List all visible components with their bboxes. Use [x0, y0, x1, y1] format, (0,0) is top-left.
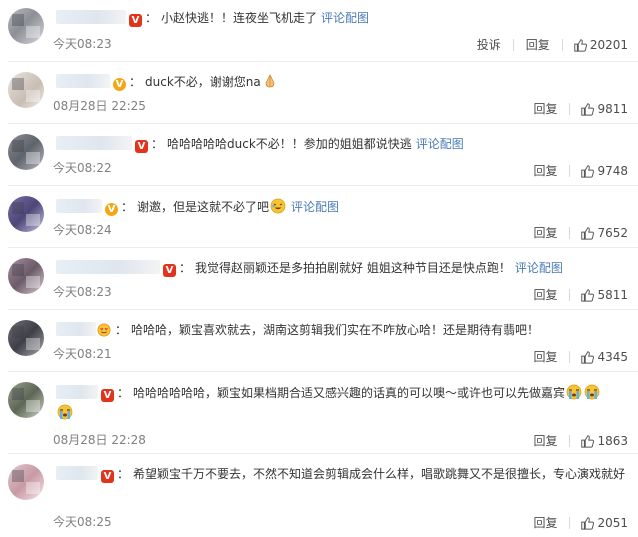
like-count: 9748 — [597, 163, 628, 178]
reply-button[interactable]: 回复 — [526, 36, 550, 53]
avatar[interactable] — [8, 8, 44, 44]
like-count: 1863 — [597, 433, 628, 448]
username-blurred[interactable] — [56, 466, 98, 480]
comment-time: 今天08:25 — [53, 515, 112, 529]
comment-item: V： duck不必，谢谢您na 08月28日 22:25 回复 9811 — [0, 62, 638, 124]
like-button[interactable]: 20201 — [573, 38, 628, 52]
verified-badge-icon: V — [135, 140, 148, 153]
comment-item: V：小赵快逃！！连夜坐飞机走了 评论配图 今天08:23 投诉 回复 20201 — [0, 0, 638, 62]
username-blurred[interactable] — [56, 385, 98, 399]
thumbs-up-icon — [581, 226, 595, 240]
comment-item: V：我觉得赵丽颖还是多拍拍剧就好 姐姐这种节目还是快点跑！ 评论配图 今天08:2… — [0, 248, 638, 310]
thumbs-up-icon — [574, 38, 587, 52]
avatar[interactable] — [8, 464, 44, 500]
verified-badge-icon: V — [105, 203, 118, 216]
like-button[interactable]: 5811 — [580, 288, 628, 302]
comment-text: 希望颖宝千万不要去，不然不知道会剪辑成会什么样，唱歌跳舞又不是很擅长，专心演戏就… — [133, 467, 626, 481]
verified-badge-icon: V — [101, 389, 114, 402]
avatar[interactable] — [8, 72, 44, 108]
laughing-emoji-icon — [270, 198, 286, 214]
verified-badge-icon: V — [113, 78, 126, 91]
thumbs-up-icon — [581, 164, 595, 178]
username-blurred[interactable] — [56, 136, 132, 150]
comment-time: 今天08:22 — [53, 161, 112, 175]
avatar[interactable] — [8, 258, 44, 294]
comment-text: 谢邀，但是这就不必了吧 — [137, 200, 270, 214]
comment-text: 小赵快逃！！连夜坐飞机走了 — [161, 11, 318, 25]
thumbs-up-icon — [581, 350, 595, 364]
like-button[interactable]: 7652 — [580, 226, 628, 240]
username-blurred[interactable] — [56, 199, 102, 213]
thumbs-up-icon — [581, 102, 595, 116]
like-count: 4345 — [597, 349, 628, 364]
crying-emoji-icon — [584, 384, 600, 400]
avatar[interactable] — [8, 196, 44, 232]
comment-item: V：希望颖宝千万不要去，不然不知道会剪辑成会什么样，唱歌跳舞又不是很擅长，专心演… — [0, 454, 638, 537]
comment-text: 哈哈哈哈哈duck不必！！参加的姐姐都说快逃 — [167, 137, 412, 151]
reply-button[interactable]: 回复 — [533, 348, 557, 365]
like-button[interactable]: 4345 — [580, 350, 628, 364]
reply-button[interactable]: 回复 — [533, 224, 557, 241]
like-count: 2051 — [597, 515, 628, 530]
heart-eyes-badge-icon — [97, 323, 111, 337]
comment-text: 哈哈哈，颖宝喜欢就去，湖南这剪辑我们实在不咋放心哈！还是期待有翡吧！ — [131, 323, 540, 337]
like-count: 20201 — [589, 37, 628, 52]
thumbs-up-icon — [581, 288, 595, 302]
like-count: 7652 — [597, 225, 628, 240]
avatar[interactable] — [8, 134, 44, 170]
comment-text: duck不必，谢谢您na — [145, 75, 261, 89]
comment-item: V：哈哈哈哈哈duck不必！！参加的姐姐都说快逃 评论配图 今天08:22 回复 … — [0, 124, 638, 186]
comment-time: 今天08:24 — [53, 223, 112, 237]
comment-item: V：哈哈哈哈哈哈，颖宝如果档期合适又感兴趣的话真的可以噢～或许也可以先做嘉宾 0… — [0, 372, 638, 454]
comment-time: 今天08:23 — [53, 37, 112, 51]
verified-badge-icon: V — [129, 14, 142, 27]
comment-time: 今天08:23 — [53, 285, 112, 299]
comment-image-link[interactable]: 评论配图 — [291, 200, 339, 214]
reply-button[interactable]: 回复 — [533, 286, 557, 303]
comment-time: 08月28日 22:28 — [53, 433, 146, 447]
comment-item: ：哈哈哈，颖宝喜欢就去，湖南这剪辑我们实在不咋放心哈！还是期待有翡吧！ 今天08… — [0, 310, 638, 372]
like-button[interactable]: 2051 — [580, 516, 628, 530]
verified-badge-icon: V — [101, 470, 114, 483]
comment-image-link[interactable]: 评论配图 — [416, 137, 464, 151]
comment-text: 哈哈哈哈哈哈，颖宝如果档期合适又感兴趣的话真的可以噢～或许也可以先做嘉宾 — [133, 386, 566, 400]
crying-emoji-icon — [566, 384, 582, 400]
comment-item: V：谢邀，但是这就不必了吧 评论配图 今天08:24 回复 7652 — [0, 186, 638, 248]
like-count: 9811 — [597, 101, 628, 116]
comment-image-link[interactable]: 评论配图 — [321, 11, 369, 25]
username-blurred[interactable] — [56, 74, 110, 88]
comment-text: 我觉得赵丽颖还是多拍拍剧就好 姐姐这种节目还是快点跑！ — [195, 261, 511, 275]
reply-button[interactable]: 回复 — [533, 514, 557, 531]
like-button[interactable]: 9748 — [580, 164, 628, 178]
like-button[interactable]: 1863 — [580, 434, 628, 448]
avatar[interactable] — [8, 382, 44, 418]
username-blurred[interactable] — [56, 322, 96, 336]
crying-emoji-icon — [57, 404, 73, 420]
reply-button[interactable]: 回复 — [533, 100, 557, 117]
reply-button[interactable]: 回复 — [533, 162, 557, 179]
praying-hands-emoji-icon — [265, 74, 275, 88]
avatar[interactable] — [8, 320, 44, 356]
comment-image-link[interactable]: 评论配图 — [515, 261, 563, 275]
username-blurred[interactable] — [56, 10, 126, 24]
thumbs-up-icon — [581, 516, 595, 530]
reply-button[interactable]: 回复 — [533, 432, 557, 449]
verified-badge-icon: V — [163, 264, 176, 277]
report-button[interactable]: 投诉 — [477, 36, 501, 53]
thumbs-up-icon — [581, 434, 595, 448]
comment-list: V：小赵快逃！！连夜坐飞机走了 评论配图 今天08:23 投诉 回复 20201 … — [0, 0, 638, 537]
like-count: 5811 — [597, 287, 628, 302]
username-blurred[interactable] — [56, 260, 160, 274]
comment-time: 今天08:21 — [53, 347, 112, 361]
comment-time: 08月28日 22:25 — [53, 99, 146, 113]
like-button[interactable]: 9811 — [580, 102, 628, 116]
